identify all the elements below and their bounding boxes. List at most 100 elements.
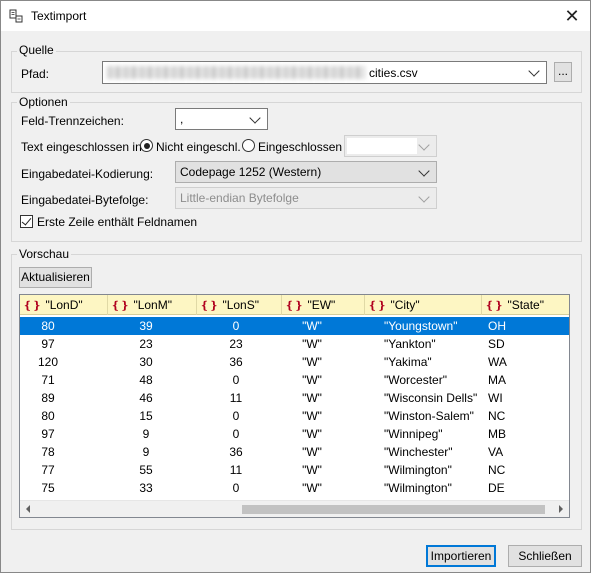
text-import-dialog: Textimport ✕ Quelle Pfad: cities.csv ...… xyxy=(0,0,591,573)
scroll-right-icon[interactable] xyxy=(559,505,563,513)
chevron-down-icon xyxy=(418,165,430,177)
chevron-down-icon xyxy=(418,191,430,203)
cell-state: MA xyxy=(488,373,506,387)
cell-lonm: 33 xyxy=(139,481,153,495)
cell-ew: "W" xyxy=(302,391,322,405)
radio-not-enclosed[interactable] xyxy=(140,139,153,152)
cell-ew: "W" xyxy=(302,481,322,495)
path-label: Pfad: xyxy=(21,67,50,81)
field-icon: ❴❵ xyxy=(485,299,504,312)
browse-button[interactable]: ... xyxy=(554,62,572,82)
column-header-state[interactable]: ❴❵ "State" xyxy=(482,295,569,315)
refresh-button[interactable]: Aktualisieren xyxy=(19,267,92,288)
table-row[interactable]: 97 9 0 "W" "Winnipeg" MB xyxy=(20,425,569,443)
table-row[interactable]: 120 30 36 "W" "Yakima" WA xyxy=(20,353,569,371)
encoding-value: Codepage 1252 (Western) xyxy=(180,165,322,179)
column-header-lonm[interactable]: ❴❵ "LonM" xyxy=(108,295,197,315)
radio-enclosed-label[interactable]: Eingeschlossen xyxy=(258,140,342,154)
table-row[interactable]: 80 15 0 "W" "Winston-Salem" NC xyxy=(20,407,569,425)
table-row[interactable]: 77 55 11 "W" "Wilmington" NC xyxy=(20,461,569,479)
byteorder-select: Little-endian Bytefolge xyxy=(175,187,437,209)
radio-not-enclosed-label[interactable]: Nicht eingeschl. xyxy=(156,140,241,154)
delimiter-label: Feld-Trennzeichen: xyxy=(21,114,124,128)
cell-city: "Yakima" xyxy=(384,355,432,369)
cell-state: WI xyxy=(488,391,503,405)
window-title: Textimport xyxy=(31,9,87,23)
column-header-lond[interactable]: ❴❵ "LonD" xyxy=(20,295,108,315)
close-icon[interactable]: ✕ xyxy=(560,5,584,27)
cell-lons: 0 xyxy=(232,409,240,423)
preview-legend: Vorschau xyxy=(17,247,72,261)
table-row[interactable]: 78 9 36 "W" "Winchester" VA xyxy=(20,443,569,461)
cell-state: MB xyxy=(488,427,506,441)
byteorder-label: Eingabedatei-Bytefolge: xyxy=(21,193,149,207)
cell-ew: "W" xyxy=(302,463,322,477)
grid-header: ❴❵ "LonD" ❴❵ "LonM" ❴❵ "LonS" ❴❵ "EW" ❴❵ "Cit… xyxy=(20,295,569,315)
cell-city: "Worcester" xyxy=(384,373,447,387)
radio-enclosed[interactable] xyxy=(242,139,255,152)
column-header-city[interactable]: ❴❵ "City" xyxy=(365,295,482,315)
cell-lonm: 46 xyxy=(139,391,153,405)
enclosure-char-field xyxy=(347,138,417,154)
path-combobox[interactable]: cities.csv xyxy=(102,61,547,84)
encoding-select[interactable]: Codepage 1252 (Western) xyxy=(175,161,437,183)
preview-grid[interactable]: ❴❵ "LonD" ❴❵ "LonM" ❴❵ "LonS" ❴❵ "EW" ❴❵ "Cit… xyxy=(19,294,570,518)
table-row[interactable]: 75 33 0 "W" "Wilmington" DE xyxy=(20,479,569,497)
encoding-label: Eingabedatei-Kodierung: xyxy=(21,167,154,181)
table-row[interactable]: 80 39 0 "W" "Youngstown" OH xyxy=(20,317,569,335)
chevron-down-icon xyxy=(249,112,261,124)
cell-lons: 36 xyxy=(229,445,243,459)
cell-lonm: 23 xyxy=(139,337,153,351)
cell-lond: 75 xyxy=(41,481,55,495)
field-icon: ❴❵ xyxy=(23,299,42,312)
column-header-lons[interactable]: ❴❵ "LonS" xyxy=(197,295,282,315)
scroll-left-icon[interactable] xyxy=(26,505,30,513)
chevron-down-icon xyxy=(418,139,430,151)
table-row[interactable]: 89 46 11 "W" "Wisconsin Dells" WI xyxy=(20,389,569,407)
cell-ew: "W" xyxy=(302,445,322,459)
cell-lond: 78 xyxy=(41,445,55,459)
first-row-checkbox[interactable] xyxy=(20,215,33,228)
cell-state: WA xyxy=(488,355,507,369)
first-row-label[interactable]: Erste Zeile enthält Feldnamen xyxy=(37,215,197,229)
cell-lond: 71 xyxy=(41,373,55,387)
cell-state: SD xyxy=(488,337,505,351)
cell-city: "Wilmington" xyxy=(384,481,452,495)
field-icon: ❴❵ xyxy=(200,299,219,312)
cell-state: VA xyxy=(488,445,504,459)
cell-lons: 0 xyxy=(232,481,240,495)
field-icon: ❴❵ xyxy=(285,299,304,312)
source-legend: Quelle xyxy=(17,43,56,57)
cell-lons: 11 xyxy=(229,391,243,405)
cell-lons: 23 xyxy=(229,337,243,351)
cell-city: "Winchester" xyxy=(384,445,453,459)
cell-city: "Winston-Salem" xyxy=(384,409,474,423)
cell-lons: 11 xyxy=(229,463,243,477)
path-prefix-redacted xyxy=(107,66,365,79)
cell-ew: "W" xyxy=(302,355,322,369)
cell-ew: "W" xyxy=(302,373,322,387)
cell-city: "Youngstown" xyxy=(384,319,458,333)
enclosure-char-select xyxy=(344,135,437,157)
table-row[interactable]: 71 48 0 "W" "Worcester" MA xyxy=(20,371,569,389)
cell-lond: 97 xyxy=(41,427,55,441)
cell-lons: 36 xyxy=(229,355,243,369)
import-button[interactable]: Importieren xyxy=(426,545,496,567)
cell-ew: "W" xyxy=(302,427,322,441)
table-row[interactable]: 97 23 23 "W" "Yankton" SD xyxy=(20,335,569,353)
delimiter-select[interactable]: , xyxy=(175,108,268,130)
cell-city: "Wilmington" xyxy=(384,463,452,477)
enclosed-label: Text eingeschlossen in: xyxy=(21,140,146,154)
byteorder-value: Little-endian Bytefolge xyxy=(180,191,299,205)
cell-state: NC xyxy=(488,409,506,423)
cell-lond: 97 xyxy=(41,337,55,351)
cell-city: "Yankton" xyxy=(384,337,436,351)
cell-city: "Wisconsin Dells" xyxy=(384,391,478,405)
horizontal-scrollbar[interactable] xyxy=(20,500,569,517)
column-header-ew[interactable]: ❴❵ "EW" xyxy=(282,295,365,315)
close-button[interactable]: Schließen xyxy=(508,545,582,567)
cell-lond: 80 xyxy=(41,409,55,423)
cell-lons: 0 xyxy=(232,427,240,441)
cell-lonm: 55 xyxy=(139,463,153,477)
scroll-thumb[interactable] xyxy=(242,505,545,514)
